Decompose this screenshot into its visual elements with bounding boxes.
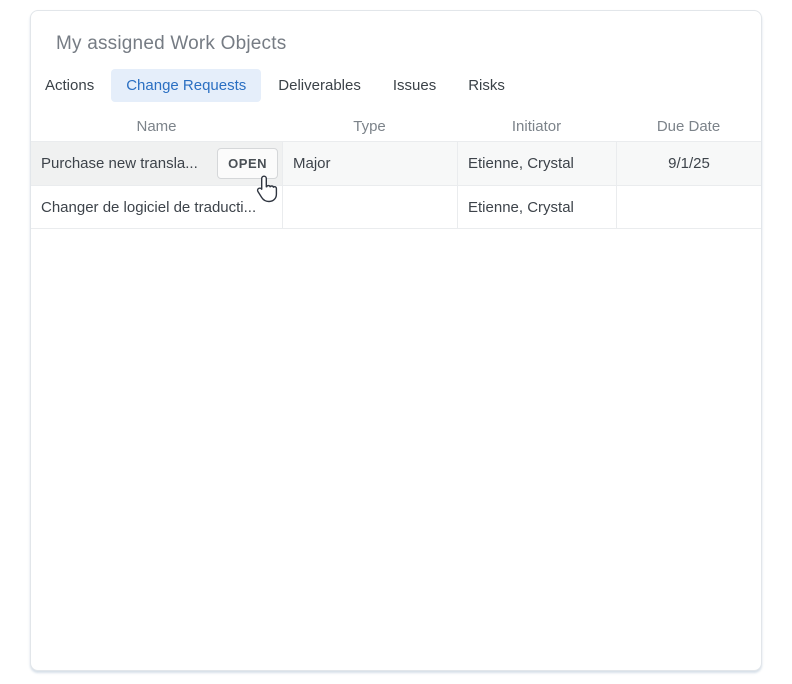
work-objects-card: My assigned Work Objects Actions Change … bbox=[30, 10, 762, 671]
due-date-cell bbox=[616, 186, 761, 228]
tab-actions[interactable]: Actions bbox=[30, 69, 109, 102]
due-date-cell: 9/1/25 bbox=[616, 142, 761, 185]
type-cell bbox=[282, 186, 457, 228]
initiator-cell: Etienne, Crystal bbox=[457, 186, 616, 228]
type-cell: Major bbox=[282, 142, 457, 185]
open-button[interactable]: OPEN bbox=[217, 148, 278, 179]
table-row[interactable]: Purchase new transla... OPEN Major Etien… bbox=[31, 141, 761, 185]
name-cell: Changer de logiciel de traducti... bbox=[31, 186, 282, 228]
work-objects-table: Name Type Initiator Due Date Purchase ne… bbox=[31, 111, 761, 229]
tab-deliverables[interactable]: Deliverables bbox=[263, 69, 376, 102]
tab-change-requests[interactable]: Change Requests bbox=[111, 69, 261, 102]
table-row[interactable]: Changer de logiciel de traducti... Etien… bbox=[31, 185, 761, 229]
name-cell: Purchase new transla... OPEN bbox=[31, 142, 282, 185]
table-header-row: Name Type Initiator Due Date bbox=[31, 111, 761, 141]
tab-issues[interactable]: Issues bbox=[378, 69, 451, 102]
column-header-name[interactable]: Name bbox=[31, 118, 282, 135]
column-header-type[interactable]: Type bbox=[282, 118, 457, 135]
work-object-name[interactable]: Changer de logiciel de traducti... bbox=[41, 199, 256, 216]
page-title: My assigned Work Objects bbox=[56, 33, 761, 55]
work-object-name[interactable]: Purchase new transla... bbox=[41, 155, 198, 172]
tab-risks[interactable]: Risks bbox=[453, 69, 520, 102]
column-header-initiator[interactable]: Initiator bbox=[457, 118, 616, 135]
tab-bar: Actions Change Requests Deliverables Iss… bbox=[30, 69, 761, 102]
initiator-cell: Etienne, Crystal bbox=[457, 142, 616, 185]
column-header-due-date[interactable]: Due Date bbox=[616, 118, 761, 135]
